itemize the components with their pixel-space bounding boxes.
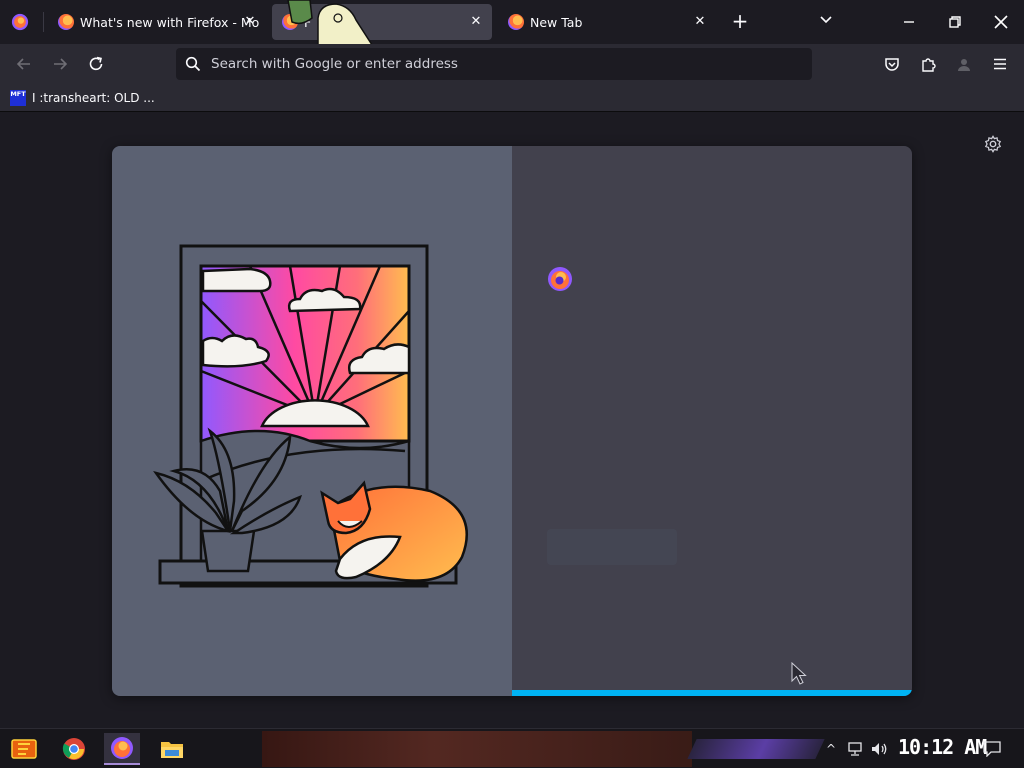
chrome-icon [62, 738, 85, 760]
close-window-button[interactable] [978, 0, 1024, 44]
file-explorer-icon [161, 742, 183, 758]
restore-button[interactable] [932, 0, 978, 44]
personalize-button[interactable] [982, 133, 1004, 155]
minimize-icon [904, 21, 914, 23]
pocket-button[interactable] [878, 50, 906, 78]
back-button[interactable] [10, 50, 38, 78]
show-hidden-icons-button[interactable]: ^ [824, 737, 838, 761]
close-icon [994, 15, 1008, 29]
reload-icon [89, 56, 103, 71]
search-icon [178, 48, 208, 80]
taskbar-chrome[interactable] [56, 733, 92, 765]
onboarding-content-panel [512, 146, 912, 696]
arrow-right-icon [54, 58, 68, 70]
tab-title: New Tab [530, 14, 583, 30]
bookmark-item[interactable]: MFT I :transheart: OLD ... [10, 88, 155, 108]
network-icon [848, 742, 862, 756]
reload-button[interactable] [82, 50, 110, 78]
account-button[interactable] [950, 50, 978, 78]
tab-new-tab[interactable]: New Tab ✕ [498, 4, 716, 40]
bookmark-label: I :transheart: OLD ... [32, 91, 155, 105]
notification-icon [983, 741, 1001, 757]
taskbar-decoration [262, 731, 692, 767]
tab-close-icon[interactable]: ✕ [692, 14, 708, 30]
fox-window-illustration [153, 244, 468, 588]
address-bar[interactable] [176, 48, 812, 80]
app-menu-button[interactable] [986, 50, 1014, 78]
firefox-favicon-icon [508, 14, 524, 30]
tab-separator [43, 12, 44, 32]
taskbar-firefox[interactable] [104, 733, 140, 765]
extensions-button[interactable] [914, 50, 942, 78]
firefox-view-button[interactable] [0, 4, 40, 40]
gear-icon [984, 135, 1002, 153]
onboarding-illustration-panel [112, 146, 512, 696]
firefox-icon [11, 13, 29, 31]
tab-whats-new[interactable]: What's new with Firefox - Mo ✕ [48, 4, 266, 40]
start-button[interactable] [6, 733, 42, 765]
volume-button[interactable] [870, 737, 890, 761]
minimize-button[interactable] [886, 0, 932, 44]
url-input[interactable] [208, 48, 812, 80]
bookmark-favicon-icon: MFT [10, 90, 26, 106]
puzzle-piece-icon [922, 58, 936, 72]
action-center-button[interactable] [982, 737, 1002, 761]
tab-title: What's new with Firefox - Mo [80, 14, 260, 30]
speaker-icon [872, 743, 887, 755]
restore-icon [949, 16, 961, 28]
firefox-icon [111, 737, 133, 759]
taskbar-file-explorer[interactable] [154, 733, 190, 765]
pocket-icon [885, 58, 899, 71]
primary-action-button[interactable] [547, 529, 677, 565]
tab-strip: What's new with Firefox - Mo ✕ F ✕ New T… [0, 0, 1024, 61]
firefox-logo-icon [548, 267, 572, 291]
network-button[interactable] [846, 737, 864, 761]
list-all-tabs-button[interactable] [812, 8, 840, 36]
account-icon [958, 59, 970, 71]
hamburger-menu-icon [994, 58, 1006, 70]
onboarding-progress-bar [512, 690, 912, 696]
onboarding-dialog [112, 146, 912, 696]
arrow-left-icon [16, 58, 30, 70]
navigation-toolbar [0, 44, 1024, 84]
new-tab-button[interactable]: + [726, 8, 754, 36]
page-content [0, 113, 1024, 728]
mouse-cursor-icon [791, 662, 807, 685]
chevron-down-icon [820, 16, 832, 24]
tab-close-icon[interactable]: ✕ [242, 14, 258, 30]
taskbar-decoration-stripe [687, 739, 825, 759]
taskbar: ^ 10:12 AM [0, 728, 1024, 768]
bookmarks-toolbar: MFT I :transheart: OLD ... [0, 84, 1024, 112]
taskbar-clock[interactable]: 10:12 AM [898, 735, 987, 763]
forward-button[interactable] [46, 50, 74, 78]
start-icon [11, 739, 37, 759]
tab-close-icon[interactable]: ✕ [468, 14, 484, 30]
firefox-favicon-icon [58, 14, 74, 30]
